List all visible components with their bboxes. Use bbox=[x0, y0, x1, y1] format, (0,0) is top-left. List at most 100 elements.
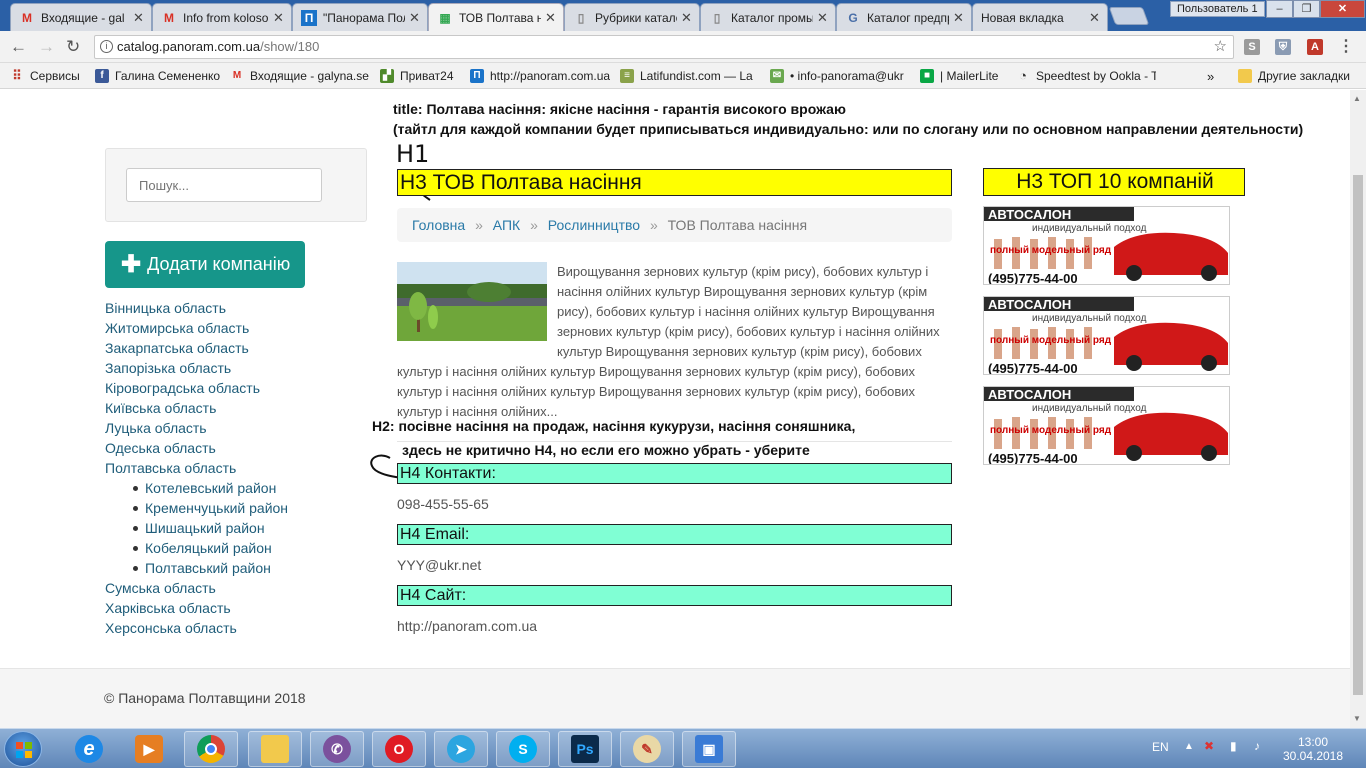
back-icon[interactable]: ← bbox=[10, 37, 27, 57]
bookmark-item[interactable]: ▞ Приват24 bbox=[380, 68, 460, 84]
site-info-icon[interactable]: i bbox=[100, 40, 113, 53]
ad-banner[interactable]: АВТОСАЛОН индивидуальный подход полный м… bbox=[983, 386, 1230, 465]
close-tab-icon[interactable]: ✕ bbox=[817, 10, 829, 26]
ad-banner[interactable]: АВТОСАЛОН индивидуальный подход полный м… bbox=[983, 206, 1230, 285]
region-link[interactable]: Луцька область bbox=[105, 418, 288, 438]
scroll-up-icon[interactable]: ▲ bbox=[1353, 94, 1361, 103]
close-tab-icon[interactable]: ✕ bbox=[681, 10, 693, 26]
url-path: /show/180 bbox=[260, 39, 320, 54]
scrollbar-thumb[interactable] bbox=[1353, 175, 1363, 695]
other-bookmarks[interactable]: Другие закладки bbox=[1238, 68, 1350, 84]
bookmark-item[interactable]: ✉ • info-panorama@ukr bbox=[770, 68, 908, 84]
tab-gmail-inbox[interactable]: M Входящие - gal ✕ bbox=[10, 3, 152, 31]
close-window-button[interactable]: ✕ bbox=[1320, 0, 1365, 18]
region-link[interactable]: Закарпатська область bbox=[105, 338, 288, 358]
menu-kebab-icon[interactable]: ⋮ bbox=[1338, 39, 1354, 55]
bookmark-item[interactable]: ≡ Latifundist.com — La bbox=[620, 68, 760, 84]
taskbar-telegram[interactable]: ➤ bbox=[434, 731, 488, 767]
breadcrumb: Головна » АПК » Рослинництво » ТОВ Полта… bbox=[397, 208, 952, 242]
region-link[interactable]: Житомирська область bbox=[105, 318, 288, 338]
taskbar-skype[interactable]: S bbox=[496, 731, 550, 767]
region-link[interactable]: Сумська область bbox=[105, 578, 288, 598]
region-link[interactable]: Харківська область bbox=[105, 598, 288, 618]
district-link[interactable]: Кобеляцький район bbox=[105, 538, 288, 558]
maximize-window-button[interactable]: ❐ bbox=[1293, 0, 1320, 18]
facebook-icon: f bbox=[95, 69, 109, 83]
gmail-icon: M bbox=[232, 70, 242, 81]
speedtest-icon: ◔ bbox=[1019, 68, 1027, 83]
extension-shield-icon[interactable]: ⛨ bbox=[1275, 39, 1291, 55]
taskbar-media-player[interactable]: ▶ bbox=[122, 731, 176, 767]
add-company-label: Додати компанію bbox=[147, 254, 291, 274]
district-link[interactable]: Шишацький район bbox=[105, 518, 288, 538]
breadcrumb-home[interactable]: Головна bbox=[412, 217, 465, 233]
input-language[interactable]: EN bbox=[1152, 740, 1169, 756]
taskbar-ie[interactable]: e bbox=[62, 731, 116, 767]
bookmark-item[interactable]: M Входящие - galyna.se bbox=[230, 68, 370, 84]
region-link[interactable]: Одеська область bbox=[105, 438, 288, 458]
region-link[interactable]: Вінницька область bbox=[105, 298, 288, 318]
bookmark-item[interactable]: f Галина Семененко bbox=[95, 68, 220, 84]
user-profile-button[interactable]: Пользователь 1 bbox=[1170, 1, 1265, 17]
bookmarks-overflow-chevron-icon[interactable]: » bbox=[1207, 68, 1214, 84]
tab-gmail-info[interactable]: M Info from koloso ✕ bbox=[152, 3, 292, 31]
taskbar-photo-viewer[interactable]: ▣ bbox=[682, 731, 736, 767]
close-tab-icon[interactable]: ✕ bbox=[409, 10, 421, 26]
tab-panorama[interactable]: П "Панорама Пол ✕ bbox=[292, 3, 428, 31]
tab-poltava-nasinnia[interactable]: ▦ ТОВ Полтава н ✕ bbox=[428, 3, 564, 31]
taskbar-explorer[interactable] bbox=[248, 731, 302, 767]
bookmark-star-icon[interactable]: ☆ bbox=[1214, 36, 1227, 58]
bookmark-item[interactable]: ◔ Speedtest by Ookla - T bbox=[1016, 68, 1156, 84]
bookmark-item[interactable]: П http://panoram.com.ua bbox=[470, 68, 610, 84]
close-tab-icon[interactable]: ✕ bbox=[1089, 10, 1101, 26]
page-scrollbar[interactable]: ▲ ▼ bbox=[1350, 90, 1366, 728]
region-link[interactable]: Кіровоградська область bbox=[105, 378, 288, 398]
tab-catalog-prom[interactable]: ▯ Каталог промы ✕ bbox=[700, 3, 836, 31]
gmail-icon: M bbox=[164, 10, 174, 25]
start-button[interactable] bbox=[4, 731, 42, 767]
district-link[interactable]: Кременчуцький район bbox=[105, 498, 288, 518]
company-website[interactable]: http://panoram.com.ua bbox=[397, 618, 537, 634]
tab-catalog-enterprises[interactable]: G Каталог предпр ✕ bbox=[836, 3, 972, 31]
close-tab-icon[interactable]: ✕ bbox=[545, 10, 557, 26]
forward-icon[interactable]: → bbox=[38, 37, 55, 57]
close-tab-icon[interactable]: ✕ bbox=[273, 10, 285, 26]
breadcrumb-apk[interactable]: АПК bbox=[493, 217, 520, 233]
taskbar-opera[interactable]: O bbox=[372, 731, 426, 767]
region-link[interactable]: Херсонська область bbox=[105, 618, 288, 638]
volume-icon[interactable]: ♪ bbox=[1254, 739, 1260, 755]
add-company-button[interactable]: ✚ Додати компанію bbox=[105, 241, 305, 288]
scroll-down-icon[interactable]: ▼ bbox=[1353, 714, 1361, 723]
taskbar-paint[interactable]: ✎ bbox=[620, 731, 674, 767]
district-link[interactable]: Полтавський район bbox=[105, 558, 288, 578]
region-link[interactable]: Київська область bbox=[105, 398, 288, 418]
tab-rubrics[interactable]: ▯ Рубрики катало ✕ bbox=[564, 3, 700, 31]
bookmark-item[interactable]: ■ | MailerLite bbox=[920, 68, 1010, 84]
tray-expand-icon[interactable]: ▲ bbox=[1184, 741, 1194, 757]
ad-brand: АВТОСАЛОН bbox=[988, 297, 1071, 312]
system-clock[interactable]: 13:00 30.04.2018 bbox=[1280, 735, 1346, 763]
company-email[interactable]: YYY@ukr.net bbox=[397, 557, 481, 573]
search-input[interactable] bbox=[126, 168, 322, 202]
close-tab-icon[interactable]: ✕ bbox=[953, 10, 965, 26]
reload-icon[interactable]: ↻ bbox=[66, 37, 80, 57]
address-bar[interactable]: i catalog.panoram.com.ua/show/180 ☆ bbox=[94, 35, 1234, 59]
network-warning-icon[interactable]: ✖ bbox=[1204, 739, 1214, 755]
breadcrumb-roslynnytstvo[interactable]: Рослинництво bbox=[548, 217, 640, 233]
taskbar-photoshop[interactable]: Ps bbox=[558, 731, 612, 767]
bookmark-apps[interactable]: ⠿ Сервисы bbox=[10, 68, 79, 84]
battery-icon[interactable]: ▮ bbox=[1230, 739, 1237, 755]
new-tab-button[interactable] bbox=[1108, 7, 1150, 25]
region-link[interactable]: Полтавська область bbox=[105, 458, 288, 478]
close-tab-icon[interactable]: ✕ bbox=[133, 10, 145, 26]
taskbar-chrome[interactable] bbox=[184, 731, 238, 767]
ad-banner[interactable]: АВТОСАЛОН индивидуальный подход полный м… bbox=[983, 296, 1230, 375]
region-link[interactable]: Запорізька область bbox=[105, 358, 288, 378]
district-link[interactable]: Котелевський район bbox=[105, 478, 288, 498]
tab-new[interactable]: Новая вкладка ✕ bbox=[972, 3, 1108, 31]
windows-logo-icon bbox=[16, 742, 32, 758]
acrobat-extension-icon[interactable]: A bbox=[1307, 39, 1323, 55]
taskbar-viber[interactable]: ✆ bbox=[310, 731, 364, 767]
minimize-window-button[interactable]: – bbox=[1266, 0, 1293, 18]
extension-s-icon[interactable]: S bbox=[1244, 39, 1260, 55]
